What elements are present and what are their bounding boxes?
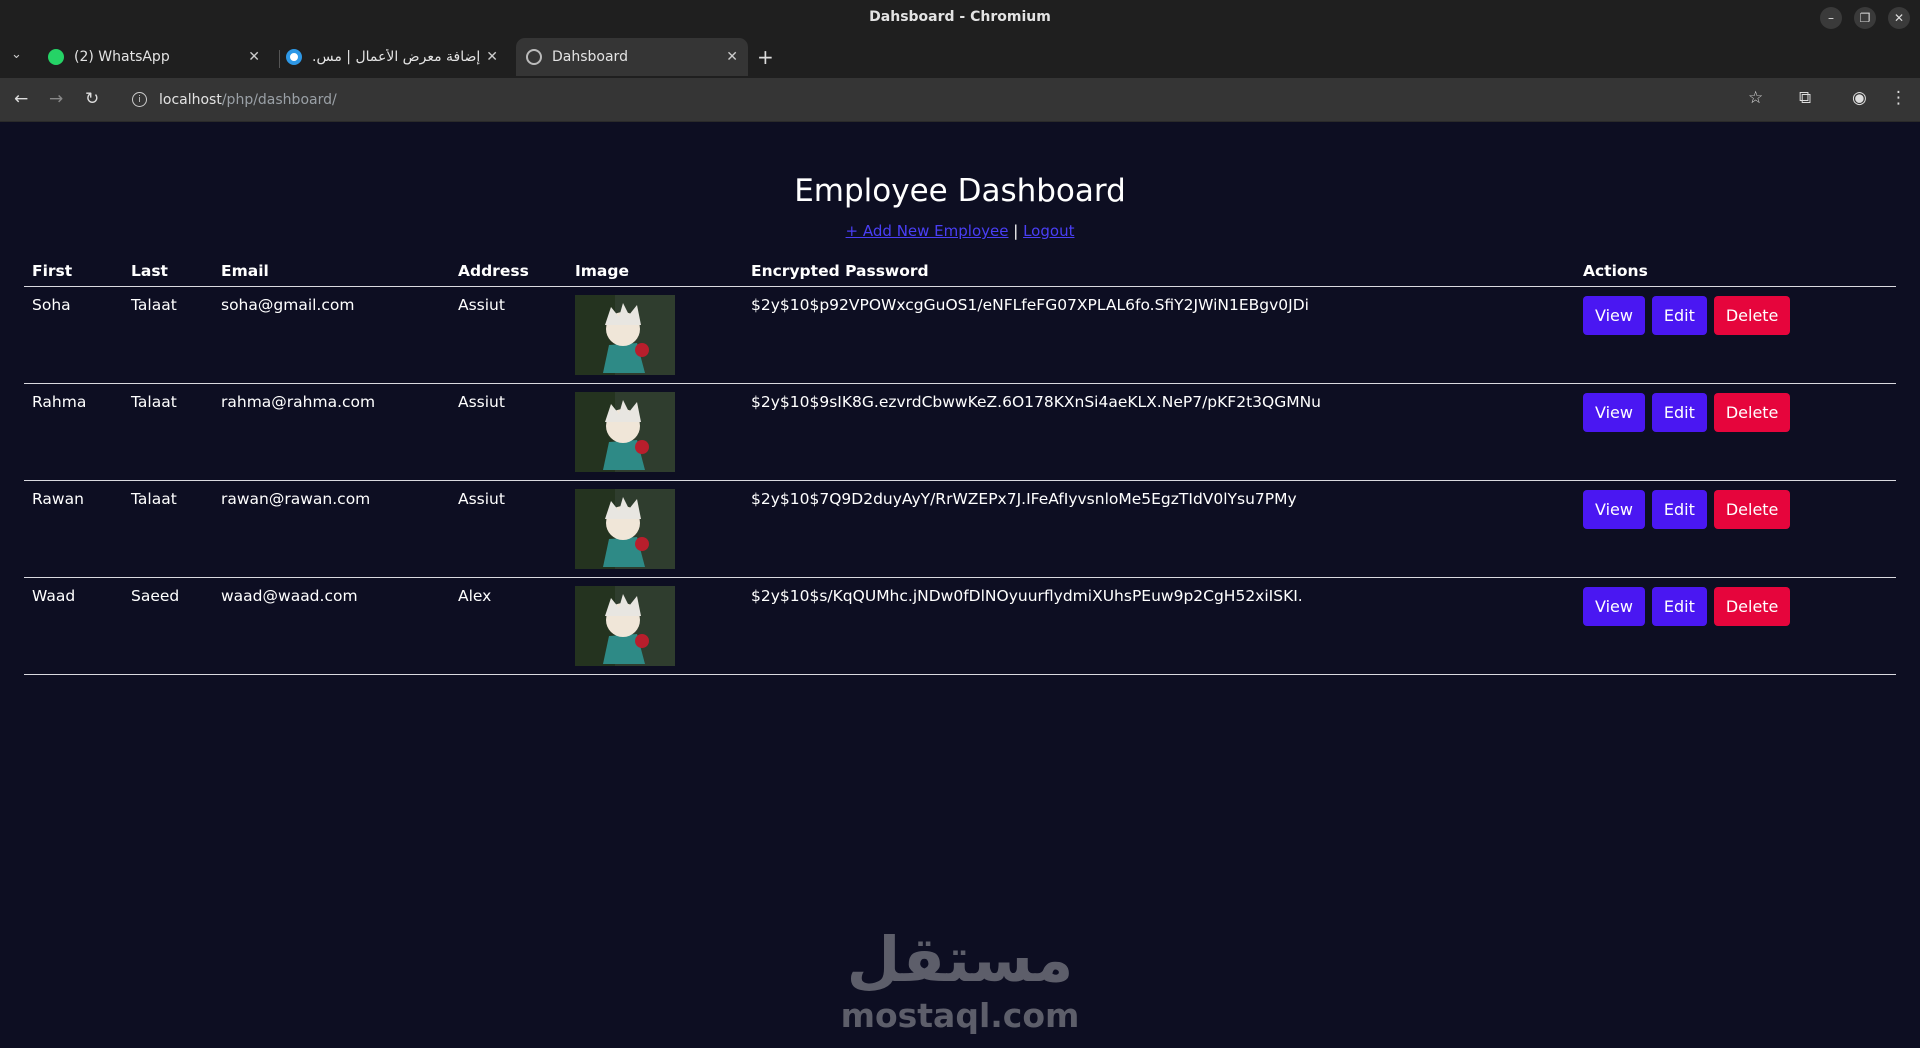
table-row: Soha Talaat soha@gmail.com Assiut $2y$10… — [24, 286, 1896, 384]
close-tab-icon[interactable]: ✕ — [726, 49, 738, 65]
page-title: Employee Dashboard — [794, 173, 1126, 209]
page-links: + Add New Employee | Logout — [0, 222, 1920, 240]
back-icon[interactable]: ← — [14, 89, 28, 109]
header-address: Address — [450, 256, 567, 287]
cell-address: Assiut — [450, 286, 567, 384]
window-titlebar: Dahsboard - Chromium – ❐ ✕ — [0, 0, 1920, 36]
edit-button[interactable]: Edit — [1651, 295, 1707, 335]
cell-email: rawan@rawan.com — [213, 480, 450, 578]
edit-button[interactable]: Edit — [1651, 392, 1707, 432]
tab-whatsapp[interactable]: (2) WhatsApp ✕ — [38, 38, 270, 76]
employee-photo — [575, 391, 675, 472]
tab-label: (2) WhatsApp — [74, 49, 170, 65]
cell-password: $2y$10$9sIK8G.ezvrdCbwwKeZ.6O178KXnSi4ae… — [743, 383, 1575, 481]
table-row: Rahma Talaat rahma@rahma.com Assiut $2y$… — [24, 383, 1896, 481]
logout-link[interactable]: Logout — [1023, 222, 1074, 240]
cell-last: Talaat — [123, 383, 213, 481]
cell-image — [567, 286, 743, 384]
edit-button[interactable]: Edit — [1651, 489, 1707, 529]
tab-strip: ⌄ (2) WhatsApp ✕ إضافة معرض الأعمال | مس… — [0, 36, 1920, 78]
cell-first: Waad — [24, 577, 123, 675]
header-first: First — [24, 256, 123, 287]
cell-image — [567, 383, 743, 481]
cell-address: Assiut — [450, 480, 567, 578]
cell-image — [567, 577, 743, 675]
cell-last: Talaat — [123, 480, 213, 578]
watermark-arabic: مستقل — [846, 923, 1074, 996]
edit-button[interactable]: Edit — [1651, 586, 1707, 626]
delete-button[interactable]: Delete — [1713, 489, 1791, 529]
view-button[interactable]: View — [1583, 489, 1645, 529]
site-info-icon[interactable]: i — [132, 92, 147, 107]
cell-password: $2y$10$7Q9D2duyAyY/RrWZEPx7J.IFeAfIyvsnl… — [743, 480, 1575, 578]
cell-last: Saeed — [123, 577, 213, 675]
mostaql-icon — [286, 49, 302, 65]
cell-image — [567, 480, 743, 578]
view-button[interactable]: View — [1583, 295, 1645, 335]
cell-last: Talaat — [123, 286, 213, 384]
menu-icon[interactable]: ⋮ — [1890, 88, 1907, 108]
tab-label: Dahsboard — [552, 49, 628, 65]
cell-first: Soha — [24, 286, 123, 384]
whatsapp-icon — [48, 49, 64, 65]
employee-photo — [575, 488, 675, 569]
employee-table: First Last Email Address Image Encrypted… — [24, 256, 1896, 675]
cell-address: Alex — [450, 577, 567, 675]
view-button[interactable]: View — [1583, 586, 1645, 626]
cell-actions: View Edit Delete — [1575, 480, 1896, 578]
reload-icon[interactable]: ↻ — [85, 89, 99, 109]
tab-dashboard[interactable]: Dahsboard ✕ — [516, 38, 748, 76]
header-email: Email — [213, 256, 450, 287]
restore-icon[interactable]: ❐ — [1854, 7, 1876, 29]
window-title: Dahsboard - Chromium — [869, 9, 1051, 25]
delete-button[interactable]: Delete — [1713, 295, 1791, 335]
tab-mostaql[interactable]: إضافة معرض الأعمال | مس... ✕ — [276, 38, 508, 76]
cell-actions: View Edit Delete — [1575, 577, 1896, 675]
mostaql-watermark: مستقل mostaql.com — [840, 922, 1080, 1034]
view-button[interactable]: View — [1583, 392, 1645, 432]
globe-icon — [526, 49, 542, 65]
url-host: localhost — [159, 91, 222, 108]
cell-address: Assiut — [450, 383, 567, 481]
header-image: Image — [567, 256, 743, 287]
link-separator: | — [1013, 222, 1019, 240]
cell-email: waad@waad.com — [213, 577, 450, 675]
cell-email: soha@gmail.com — [213, 286, 450, 384]
minimize-icon[interactable]: – — [1820, 7, 1842, 29]
cell-first: Rahma — [24, 383, 123, 481]
bookmark-star-icon[interactable]: ☆ — [1748, 88, 1763, 108]
extensions-icon[interactable]: ⧉ — [1799, 88, 1811, 108]
delete-button[interactable]: Delete — [1713, 392, 1791, 432]
add-employee-link[interactable]: + Add New Employee — [846, 222, 1009, 240]
header-actions: Actions — [1575, 256, 1896, 287]
window-controls: – ❐ ✕ — [1820, 7, 1910, 29]
delete-button[interactable]: Delete — [1713, 586, 1791, 626]
address-bar[interactable]: i localhost/php/dashboard/ — [120, 82, 1750, 117]
tab-label: إضافة معرض الأعمال | مس... — [312, 49, 481, 65]
employee-photo — [575, 585, 675, 666]
forward-icon[interactable]: → — [49, 89, 63, 109]
new-tab-icon[interactable]: + — [757, 45, 774, 69]
watermark-latin: mostaql.com — [840, 996, 1080, 1035]
page-content: Employee Dashboard + Add New Employee | … — [0, 123, 1920, 1048]
browser-toolbar: ← → ↻ i localhost/php/dashboard/ ☆ ⧉ ◉ ⋮ — [0, 78, 1920, 122]
header-password: Encrypted Password — [743, 256, 1575, 287]
table-row: Rawan Talaat rawan@rawan.com Assiut $2y$… — [24, 480, 1896, 578]
cell-password: $2y$10$s/KqQUMhc.jNDw0fDlNOyuurflydmiXUh… — [743, 577, 1575, 675]
table-header-row: First Last Email Address Image Encrypted… — [24, 256, 1896, 287]
close-window-icon[interactable]: ✕ — [1888, 7, 1910, 29]
close-tab-icon[interactable]: ✕ — [248, 49, 260, 65]
employee-photo — [575, 294, 675, 375]
cell-actions: View Edit Delete — [1575, 383, 1896, 481]
url-path: /php/dashboard/ — [221, 91, 337, 108]
cell-email: rahma@rahma.com — [213, 383, 450, 481]
profile-icon[interactable]: ◉ — [1852, 88, 1867, 108]
cell-actions: View Edit Delete — [1575, 286, 1896, 384]
cell-password: $2y$10$p92VPOWxcgGuOS1/eNFLfeFG07XPLAL6f… — [743, 286, 1575, 384]
cell-first: Rawan — [24, 480, 123, 578]
tab-search-chevron-icon[interactable]: ⌄ — [11, 47, 22, 62]
table-row: Waad Saeed waad@waad.com Alex $2y$10$s/K… — [24, 577, 1896, 675]
close-tab-icon[interactable]: ✕ — [486, 49, 498, 65]
header-last: Last — [123, 256, 213, 287]
